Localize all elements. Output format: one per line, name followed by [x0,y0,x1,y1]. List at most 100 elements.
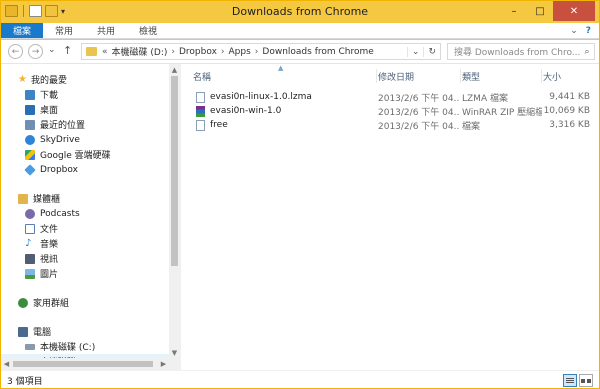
nav-label: 音樂 [40,240,59,250]
scroll-right-icon[interactable]: ▶ [158,358,169,370]
nav-label: 桌面 [40,106,59,116]
forward-button[interactable]: → [28,44,43,59]
close-button[interactable]: ✕ [553,1,595,21]
scrollbar-thumb[interactable] [171,76,178,266]
nav-computer[interactable]: 電腦 [1,324,169,339]
maximize-button[interactable]: □ [527,1,553,21]
view-switcher [563,374,593,387]
nav-label: 媒體櫃 [33,195,61,205]
ribbon-tabs: 檔案 常用 共用 檢視 ⌄ ? [1,23,599,39]
column-header-name[interactable]: 名稱 [193,69,377,83]
nav-homegroup[interactable]: 家用群組 [1,295,169,310]
expand-ribbon-icon[interactable]: ⌄ [570,26,578,36]
tab-file[interactable]: 檔案 [1,23,44,38]
music-icon: ♪ [25,238,32,249]
nav-drive-c[interactable]: 本機磁碟 (C:) [1,339,169,354]
nav-google-drive[interactable]: Google 雲端硬碟 [1,147,169,162]
nav-dropbox[interactable]: Dropbox [1,162,169,177]
refresh-icon[interactable]: ↻ [423,46,440,57]
file-size: 10,069 KB [543,106,590,116]
nav-videos[interactable]: 視訊 [1,251,169,266]
nav-label: 家用群組 [33,299,70,309]
tab-home[interactable]: 常用 [43,23,85,38]
computer-icon [18,326,28,337]
nav-pictures[interactable]: 圖片 [1,266,169,281]
file-list: ▲ 名稱 修改日期 類型 大小 evasi0n-linux-1.0.lzma 2… [182,64,599,370]
nav-label: 本機磁碟 (C:) [40,343,96,353]
breadcrumb-apps[interactable]: Apps [226,47,254,57]
nav-documents[interactable]: 文件 [1,221,169,236]
large-icons-view-button[interactable] [579,374,593,387]
nav-skydrive[interactable]: SkyDrive [1,132,169,147]
nav-label: 圖片 [40,270,59,280]
homegroup-icon [18,297,28,308]
back-button[interactable]: ← [8,44,23,59]
tab-share[interactable]: 共用 [85,23,127,38]
breadcrumb-dropbox[interactable]: Dropbox [176,47,220,57]
nav-label: Dropbox [40,164,78,175]
navigation-bar: ← → ⌄ ↑ « 本機磁碟 (D:) › Dropbox › Apps › D… [1,40,599,64]
navigation-tree: ★ 我的最愛 下載 桌面 最近的位置 SkyDrive Google 雲端硬碟 … [1,72,169,369]
nav-recent-places[interactable]: 最近的位置 [1,117,169,132]
nav-favorites[interactable]: ★ 我的最愛 [1,72,169,87]
navpane-horizontal-scrollbar[interactable]: ◀ ▶ [1,358,169,370]
nav-music[interactable]: ♪ 音樂 [1,236,169,251]
window-controls: – □ ✕ [501,1,595,21]
nav-libraries[interactable]: 媒體櫃 [1,191,169,206]
file-row[interactable]: evasi0n-win-1.0 2013/2/6 下午 04... WinRAR… [182,104,599,118]
nav-podcasts[interactable]: Podcasts [1,206,169,221]
nav-label: SkyDrive [40,134,80,145]
search-placeholder: 搜尋 Downloads from Chro... [454,48,580,58]
nav-label: 最近的位置 [40,121,86,131]
column-header-type[interactable]: 類型 [462,69,542,83]
nav-desktop[interactable]: 桌面 [1,102,169,117]
search-icon[interactable]: ⌕ [580,47,594,57]
minimize-button[interactable]: – [501,1,527,21]
file-name-cell: evasi0n-win-1.0 [196,104,376,118]
nav-label: 文件 [40,225,59,235]
ribbon-right: ⌄ ? [570,23,599,38]
recent-places-icon [25,119,35,130]
file-row[interactable]: free 2013/2/6 下午 04... 檔案 3,316 KB [182,118,599,132]
file-date: 2013/2/6 下午 04... [378,107,460,118]
column-header-size[interactable]: 大小 [543,69,593,83]
dropbox-icon [24,163,36,176]
recent-locations-button[interactable]: ⌄ [48,45,56,55]
search-input[interactable]: 搜尋 Downloads from Chro... ⌕ [447,43,595,60]
scroll-up-icon[interactable]: ▲ [169,64,180,75]
drive-c-icon [25,343,35,350]
nav-downloads[interactable]: 下載 [1,87,169,102]
podcasts-icon [25,208,35,219]
up-button[interactable]: ↑ [63,44,72,57]
star-icon: ★ [18,74,27,85]
tab-view[interactable]: 檢視 [127,23,169,38]
navpane-vertical-scrollbar[interactable]: ▲ ▼ [169,64,180,370]
address-dropdown-icon[interactable]: ⌄ [406,46,424,57]
scroll-down-icon[interactable]: ▼ [169,347,180,358]
help-icon[interactable]: ? [586,26,591,36]
winrar-archive-icon [196,105,205,117]
breadcrumb-drive-d[interactable]: 本機磁碟 (D:) [109,45,171,58]
nav-label: 電腦 [33,328,52,338]
address-bar[interactable]: « 本機磁碟 (D:) › Dropbox › Apps › Downloads… [81,43,441,60]
file-type: LZMA 檔案 [462,93,508,104]
breadcrumb-downloads[interactable]: Downloads from Chrome [259,47,376,57]
file-date: 2013/2/6 下午 04... [378,121,460,132]
title-bar[interactable]: ▾ Downloads from Chrome – □ ✕ [1,1,599,23]
column-header-date[interactable]: 修改日期 [378,69,461,83]
file-name: evasi0n-win-1.0 [210,106,282,116]
scrollbar-thumb[interactable] [13,361,153,367]
scroll-left-icon[interactable]: ◀ [1,358,12,370]
status-bar: 3 個項目 [1,370,599,388]
navigation-pane: ★ 我的最愛 下載 桌面 最近的位置 SkyDrive Google 雲端硬碟 … [1,64,181,370]
breadcrumb-overflow[interactable]: « [101,47,109,57]
pictures-icon [25,268,35,279]
details-view-button[interactable] [563,374,577,387]
file-name-cell: evasi0n-linux-1.0.lzma [196,90,376,104]
file-row[interactable]: evasi0n-linux-1.0.lzma 2013/2/6 下午 04...… [182,90,599,104]
file-size: 9,441 KB [549,92,590,102]
generic-file-icon [196,119,205,131]
